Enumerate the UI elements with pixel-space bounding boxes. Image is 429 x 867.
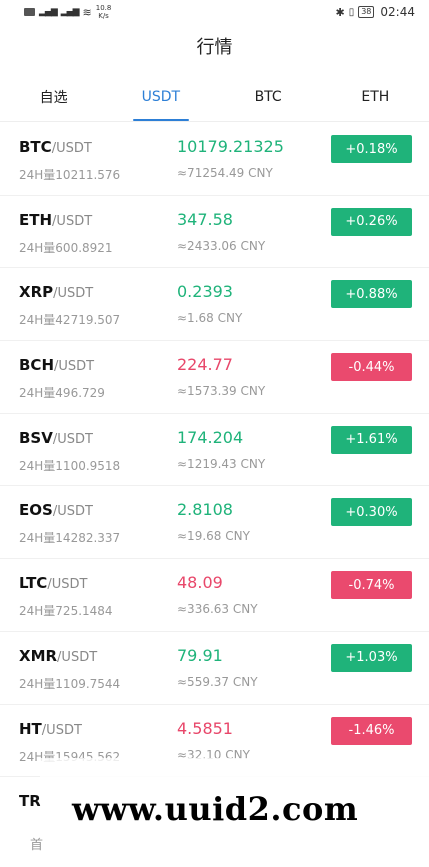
pair-name: ETH/USDT xyxy=(19,211,92,229)
cny-price: ≈19.68 CNY xyxy=(177,529,250,544)
market-row[interactable]: EOS/USDT 24H量14282.337 2.8108 ≈19.68 CNY +0.… xyxy=(0,486,429,560)
cny-price: ≈559.37 CNY xyxy=(177,674,258,689)
partial-row-pair[interactable]: TR xyxy=(19,792,41,810)
bluetooth-icon: ✱ xyxy=(335,5,345,19)
pair-name: HT/USDT xyxy=(19,720,82,738)
market-tabs: 自选 USDT BTC ETH xyxy=(0,72,429,122)
change-badge[interactable]: +0.88% xyxy=(331,280,412,309)
quote-symbol: /USDT xyxy=(53,286,94,302)
base-symbol: LTC xyxy=(19,574,48,593)
pair-name: LTC/USDT xyxy=(19,574,87,592)
market-row[interactable]: ETH/USDT 24H量600.8921 347.58 ≈2433.06 CNY +0… xyxy=(0,196,429,269)
market-row[interactable]: BTC/USDT 24H量10211.576 10179.21325 ≈71254.4… xyxy=(0,123,429,196)
last-price: 224.77 xyxy=(177,355,233,375)
volume-24h: 24H量496.729 xyxy=(19,386,105,401)
change-badge[interactable]: +0.18% xyxy=(331,135,412,163)
last-price: 2.8108 xyxy=(177,500,233,520)
last-price: 174.204 xyxy=(177,427,244,447)
market-row[interactable]: XMR/USDT 24H量1109.7544 79.91 ≈559.37 CNY +1.… xyxy=(0,632,429,705)
change-badge[interactable]: +1.61% xyxy=(331,425,412,454)
pair-name: EOS/USDT xyxy=(19,501,93,519)
volume-24h: 24H量42719.507 xyxy=(19,313,121,328)
sim-icon xyxy=(24,8,35,16)
tab-eth[interactable]: ETH xyxy=(322,72,429,121)
quote-symbol: /USDT xyxy=(51,141,92,156)
signal-icon: ▂▄▆ xyxy=(39,7,58,17)
signal-icon: ▂▄▆ xyxy=(60,7,80,17)
base-symbol: BSV xyxy=(19,428,53,447)
market-row[interactable]: XRP/USDT 24H量42719.507 0.2393 ≈1.68 CNY +0.8… xyxy=(0,268,429,342)
last-price: 4.5851 xyxy=(177,718,233,738)
base-symbol: XMR xyxy=(19,646,58,665)
last-price: 347.58 xyxy=(177,209,233,229)
pair-name: BCH/USDT xyxy=(19,356,94,374)
volume-24h: 24H量600.8921 xyxy=(19,240,113,255)
pair-name: BTC/USDT xyxy=(19,138,92,156)
quote-symbol: /USDT xyxy=(52,431,93,447)
watermark-text: www.uuid2.com xyxy=(72,790,359,828)
quote-symbol: /USDT xyxy=(54,359,95,375)
quote-symbol: /USDT xyxy=(52,504,93,520)
change-badge[interactable]: +0.26% xyxy=(331,207,412,236)
change-badge[interactable]: +0.30% xyxy=(331,498,412,527)
cny-price: ≈71254.49 CNY xyxy=(177,166,273,180)
base-symbol: XRP xyxy=(19,283,54,302)
market-row[interactable]: LTC/USDT 24H量725.1484 48.09 ≈336.63 CNY -0.7… xyxy=(0,559,429,632)
change-badge[interactable]: +1.03% xyxy=(331,643,412,672)
status-right-icons: ✱ ▯ 38 02:44 xyxy=(335,5,415,19)
quote-symbol: /USDT xyxy=(57,649,98,665)
change-badge[interactable]: -0.44% xyxy=(331,353,412,382)
last-price: 79.91 xyxy=(177,645,223,665)
cny-price: ≈1573.39 CNY xyxy=(177,384,266,399)
base-symbol: BCH xyxy=(19,356,54,375)
last-price: 10179.21325 xyxy=(177,137,284,156)
last-price: 48.09 xyxy=(177,573,223,593)
bottom-nav-home[interactable]: 首 xyxy=(30,834,43,853)
network-speed-unit: K/s xyxy=(98,12,109,20)
tab-btc[interactable]: BTC xyxy=(215,72,322,121)
quote-symbol: /USDT xyxy=(52,213,93,229)
tab-favorites[interactable]: 自选 xyxy=(0,72,107,121)
market-row[interactable]: BCH/USDT 24H量496.729 224.77 ≈1573.39 CNY -0.… xyxy=(0,341,429,414)
base-symbol: HT xyxy=(19,719,42,738)
status-bar: ▂▄▆ ▂▄▆ ≋ 10.8 K/s ✱ ▯ 38 02:44 xyxy=(0,0,429,24)
market-list: BTC/USDT 24H量10211.576 10179.21325 ≈71254.4… xyxy=(0,123,429,778)
volume-24h: 24H量1109.7544 xyxy=(19,676,121,691)
market-row[interactable]: BSV/USDT 24H量1100.9518 174.204 ≈1219.43 CNY… xyxy=(0,414,429,487)
network-speed-value: 10.8 xyxy=(95,4,112,12)
cny-price: ≈2433.06 CNY xyxy=(177,238,266,253)
volume-24h: 24H量1100.9518 xyxy=(19,458,121,473)
base-symbol: BTC xyxy=(19,138,52,156)
tab-usdt[interactable]: USDT xyxy=(107,72,214,121)
change-badge[interactable]: -0.74% xyxy=(331,571,412,600)
battery-icon: 38 xyxy=(358,6,375,18)
page-title: 行情 xyxy=(196,37,233,58)
last-price: 0.2393 xyxy=(177,282,233,302)
base-symbol: ETH xyxy=(19,210,53,229)
change-badge[interactable]: -1.46% xyxy=(331,716,412,745)
base-symbol: EOS xyxy=(19,501,53,520)
pair-name: BSV/USDT xyxy=(19,429,93,447)
volume-24h: 24H量725.1484 xyxy=(19,604,113,619)
cny-price: ≈1219.43 CNY xyxy=(177,456,266,471)
pair-name: XMR/USDT xyxy=(19,647,97,665)
volume-24h: 24H量14282.337 xyxy=(19,531,121,546)
quote-symbol: /USDT xyxy=(47,577,88,593)
wifi-icon: ≋ xyxy=(82,5,92,19)
status-left-icons: ▂▄▆ ▂▄▆ ≋ 10.8 K/s xyxy=(24,4,111,20)
pair-name: XRP/USDT xyxy=(19,283,93,301)
clock: 02:44 xyxy=(380,5,415,19)
cny-price: ≈1.68 CNY xyxy=(177,311,243,326)
cny-price: ≈336.63 CNY xyxy=(177,602,258,617)
quote-symbol: /USDT xyxy=(41,722,82,738)
network-speed: 10.8 K/s xyxy=(96,4,112,20)
volume-24h: 24H量10211.576 xyxy=(19,168,121,182)
vibrate-icon: ▯ xyxy=(348,6,355,18)
